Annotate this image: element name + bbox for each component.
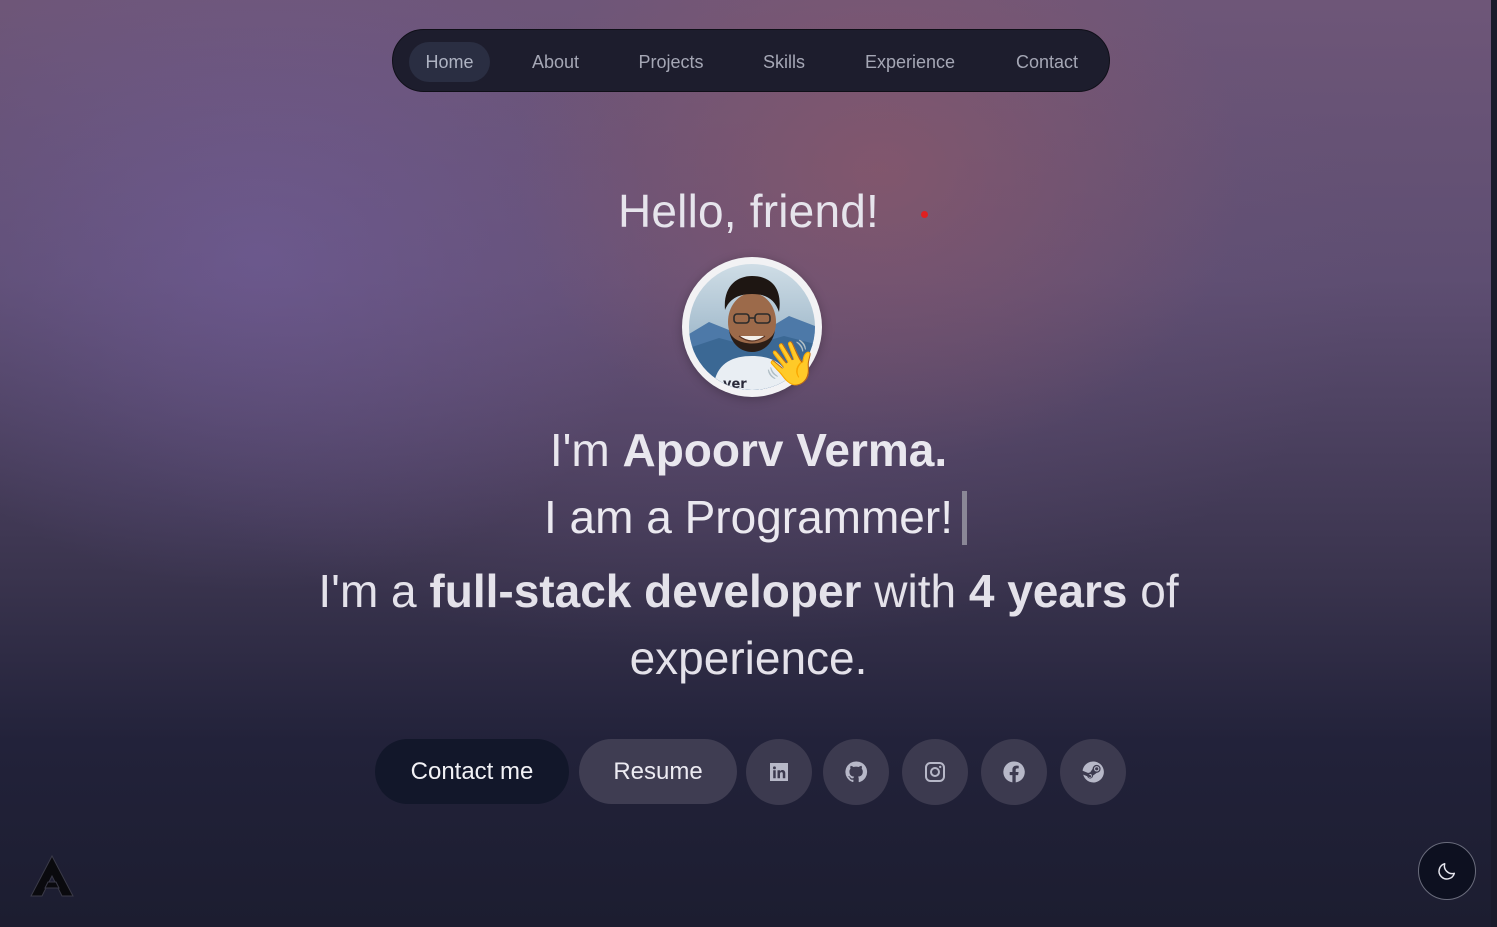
desc-years: 4 years [968, 565, 1128, 617]
nav-item-home[interactable]: Home [409, 42, 490, 82]
contact-me-button[interactable]: Contact me [375, 739, 569, 804]
linkedin-link[interactable] [746, 739, 812, 805]
accent-dot [921, 211, 928, 218]
resume-button[interactable]: Resume [579, 739, 737, 804]
steam-link[interactable] [1060, 739, 1126, 805]
svg-text:ver: ver [723, 377, 747, 390]
intro-heading: I'm Apoorv Verma. [0, 423, 1497, 477]
instagram-link[interactable] [902, 739, 968, 805]
desc-part-2: with [861, 565, 969, 617]
github-link[interactable] [823, 739, 889, 805]
hero-description: I'm a full-stack developer with 4 years … [290, 558, 1207, 692]
github-icon [845, 761, 868, 783]
typed-text: I am a Programmer! [544, 491, 953, 543]
nav-item-contact[interactable]: Contact [997, 42, 1097, 82]
top-navigation: Home About Projects Skills Experience Co… [392, 29, 1110, 92]
moon-icon [1438, 862, 1456, 880]
desc-role: full-stack developer [429, 565, 862, 617]
instagram-icon [925, 762, 945, 782]
nav-item-about[interactable]: About [513, 42, 598, 82]
intro-prefix: I'm [549, 424, 623, 476]
theme-toggle-button[interactable] [1418, 842, 1476, 900]
steam-icon [1082, 761, 1104, 783]
desc-part-1: I'm a [318, 565, 430, 617]
typing-caret [962, 491, 967, 545]
greeting-heading: Hello, friend! [617, 185, 880, 237]
facebook-icon [1003, 761, 1025, 783]
wave-emoji: 👋 [763, 339, 818, 388]
linkedin-icon [770, 763, 788, 781]
nav-item-skills[interactable]: Skills [745, 42, 823, 82]
site-logo[interactable] [29, 854, 75, 898]
nav-item-projects[interactable]: Projects [623, 42, 719, 82]
nav-item-experience[interactable]: Experience [850, 42, 970, 82]
name-text: Apoorv Verma. [622, 424, 948, 476]
facebook-link[interactable] [981, 739, 1047, 805]
